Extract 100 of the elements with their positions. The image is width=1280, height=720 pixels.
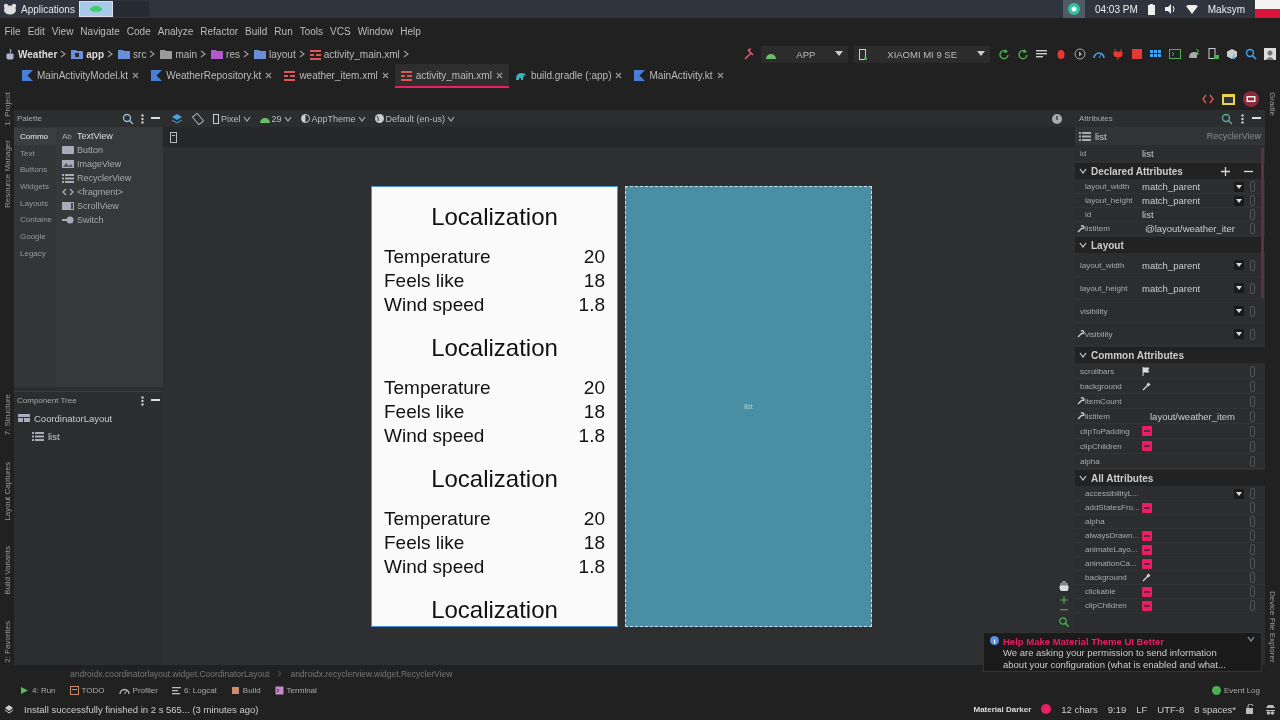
plug-icon[interactable] xyxy=(1112,48,1124,60)
editor-tab[interactable]: MainActivity.kt xyxy=(628,64,730,88)
palette-category[interactable]: Widgets xyxy=(14,178,56,195)
locale-selector[interactable]: Default (en-us) xyxy=(374,113,456,124)
dropdown-arrow-icon[interactable] xyxy=(1234,488,1244,499)
palette-item[interactable]: ImageView xyxy=(77,159,122,169)
indent-setting[interactable]: 8 spaces* xyxy=(1194,703,1236,715)
warning-icon[interactable] xyxy=(1052,113,1062,124)
more-icon[interactable] xyxy=(1241,113,1244,124)
menu-item[interactable]: Help xyxy=(396,25,425,37)
editor-tab[interactable]: activity_main.xml xyxy=(394,64,509,88)
menu-item[interactable]: File xyxy=(1,25,25,37)
workspace-thumbnail[interactable] xyxy=(112,1,149,17)
add-icon[interactable] xyxy=(1221,166,1230,176)
tree-item[interactable]: list xyxy=(48,430,60,442)
layers-icon[interactable] xyxy=(171,112,183,125)
tool-window-tab[interactable]: Resource Manager xyxy=(2,139,12,208)
stop-icon[interactable] xyxy=(1131,48,1143,60)
breadcrumb-item[interactable]: activity_main.xml xyxy=(323,48,400,60)
workspace-thumbnail[interactable] xyxy=(78,1,113,17)
flag-icon[interactable] xyxy=(1142,366,1150,376)
dropdown-arrow-icon[interactable] xyxy=(1234,329,1244,339)
file-encoding[interactable]: UTF-8 xyxy=(1157,703,1185,715)
tree-item[interactable]: CoordinatorLayout xyxy=(34,412,113,424)
menu-item[interactable]: Window xyxy=(354,25,397,37)
theme-selector[interactable]: AppTheme xyxy=(300,113,366,124)
checkbox[interactable] xyxy=(1142,600,1152,611)
attribute-dropdown[interactable]: match_parent xyxy=(1142,195,1246,206)
zoom-fit-icon[interactable] xyxy=(1059,617,1069,627)
editor-tab[interactable]: weather_item.xml xyxy=(278,64,395,88)
attribute-value[interactable]: list xyxy=(1142,209,1246,220)
minimize-icon[interactable] xyxy=(151,399,160,402)
close-icon[interactable] xyxy=(381,71,389,79)
close-icon[interactable] xyxy=(265,71,273,79)
tool-window-button[interactable]: 6: Logcat xyxy=(171,685,217,695)
palette-category[interactable]: Text xyxy=(14,144,56,162)
user-name[interactable]: Maksym xyxy=(1207,3,1245,15)
menu-item[interactable]: Navigate xyxy=(76,25,124,37)
volume-icon[interactable] xyxy=(1164,4,1176,14)
breadcrumb-item[interactable]: Weather xyxy=(18,48,58,60)
dropdown-arrow-icon[interactable] xyxy=(977,51,985,57)
close-icon[interactable] xyxy=(132,71,140,79)
palette-item[interactable]: RecyclerView xyxy=(77,173,132,183)
flag-icon[interactable] xyxy=(1255,0,1280,18)
inspector-icon[interactable] xyxy=(1265,703,1276,715)
palette-item[interactable]: Switch xyxy=(77,215,104,225)
search-icon[interactable] xyxy=(122,112,134,125)
eyedropper-icon[interactable] xyxy=(1142,381,1151,391)
menu-item[interactable]: Edit xyxy=(24,25,49,37)
avatar-icon[interactable] xyxy=(1264,48,1276,60)
tool-window-tab[interactable]: Build Variants xyxy=(2,546,12,596)
device-icon[interactable] xyxy=(1207,48,1219,60)
breadcrumb-item[interactable]: layout xyxy=(269,48,296,60)
sdk-icon[interactable] xyxy=(1188,48,1200,60)
palette-category[interactable]: Buttons xyxy=(14,161,56,179)
refresh-icon[interactable] xyxy=(1017,48,1029,60)
lines-icon[interactable] xyxy=(1036,48,1048,60)
zoom-in-icon[interactable] xyxy=(1060,596,1068,604)
palette-category[interactable]: Google xyxy=(14,228,56,245)
breadcrumb-item[interactable]: app xyxy=(86,48,105,60)
attribute-value[interactable]: list xyxy=(1142,147,1255,159)
menu-item[interactable]: Analyze xyxy=(154,25,197,37)
design-view-icon[interactable] xyxy=(1243,91,1259,107)
attribute-dropdown[interactable]: match_parent xyxy=(1142,282,1246,294)
device-frame-icon[interactable] xyxy=(170,131,177,143)
minimize-icon[interactable] xyxy=(151,117,160,120)
tool-window-tab[interactable]: Device File Explorer xyxy=(1268,591,1277,663)
tool-window-tab[interactable]: 1: Project xyxy=(2,92,12,126)
menu-item[interactable]: Run xyxy=(270,25,297,37)
menu-item[interactable]: Build xyxy=(241,25,271,37)
checkbox[interactable] xyxy=(1142,530,1152,541)
palette-category[interactable]: Legacy xyxy=(14,244,56,262)
terminal-icon[interactable] xyxy=(1169,48,1181,60)
breadcrumb-item[interactable]: androidx.coordinatorlayout.widget.CoordinatorLayout xyxy=(70,668,270,679)
breadcrumb-item[interactable]: main xyxy=(175,48,198,60)
event-log-button[interactable]: Event Log xyxy=(1211,685,1260,695)
wifi-icon[interactable] xyxy=(1185,4,1198,14)
tool-window-button[interactable]: TODO xyxy=(69,685,105,695)
clock[interactable]: 04:03 PM xyxy=(1094,3,1138,15)
minimize-icon[interactable] xyxy=(1252,117,1261,120)
dropdown-arrow-icon[interactable] xyxy=(1234,181,1244,192)
tool-window-tab[interactable]: Gradle xyxy=(1268,92,1277,116)
close-icon[interactable] xyxy=(716,71,724,79)
lock-icon[interactable] xyxy=(1246,704,1255,714)
dropdown-arrow-icon[interactable] xyxy=(1234,195,1244,206)
refresh-icon[interactable] xyxy=(998,48,1010,60)
attribute-value[interactable]: @layout/weather_iter xyxy=(1145,223,1246,234)
dropdown-arrow-icon[interactable] xyxy=(1234,260,1244,270)
tool-window-tab[interactable]: 2: Favorites xyxy=(2,621,12,663)
theme-label[interactable]: Material Darker xyxy=(973,704,1032,714)
circle-play-icon[interactable] xyxy=(1074,48,1086,60)
package-icon[interactable] xyxy=(1226,48,1238,60)
breadcrumb-item[interactable]: src xyxy=(133,48,147,60)
menu-item[interactable]: Code xyxy=(123,25,155,37)
tool-window-button[interactable]: Profiler xyxy=(118,685,158,695)
run-configuration-dropdown[interactable]: APP xyxy=(761,45,849,63)
editor-tab[interactable]: WeatherRepository.kt xyxy=(145,64,279,88)
menu-item[interactable]: VCS xyxy=(326,25,355,37)
checkbox[interactable] xyxy=(1142,441,1152,451)
close-icon[interactable] xyxy=(615,71,623,79)
